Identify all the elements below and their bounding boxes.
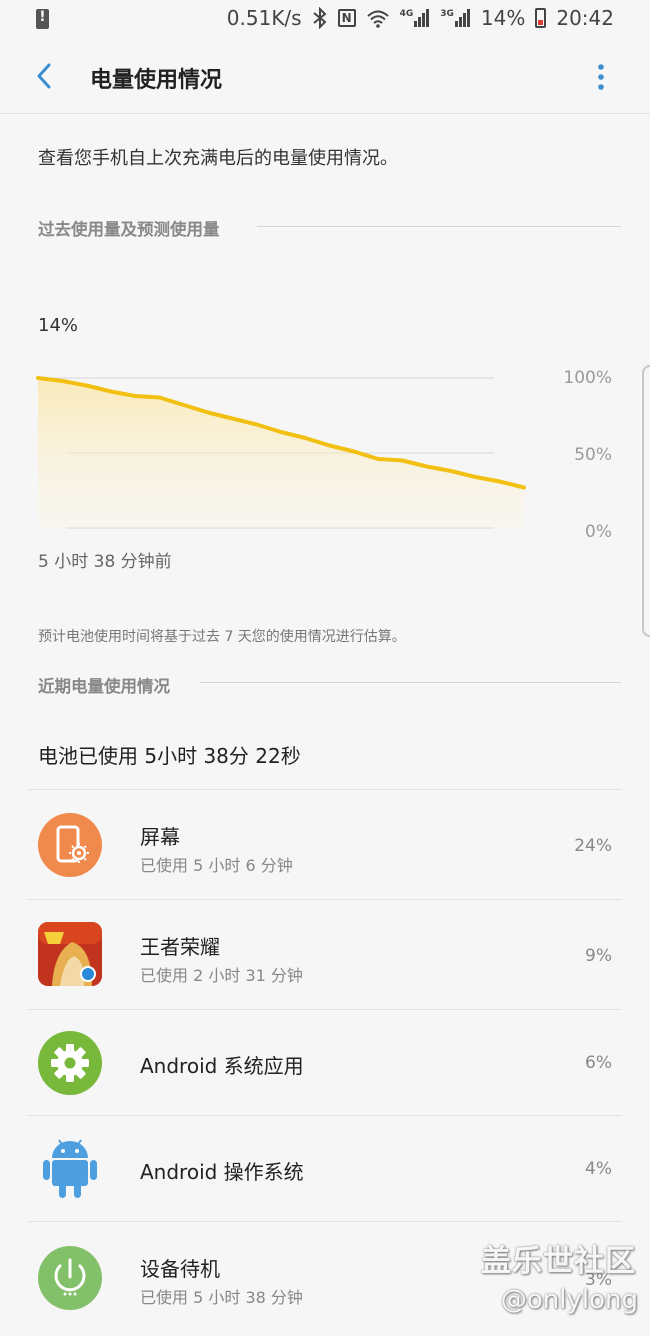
usage-item-percent: 9% bbox=[585, 946, 612, 966]
game-app-icon bbox=[38, 922, 102, 986]
usage-item-name: 设备待机 bbox=[140, 1257, 220, 1281]
network-speed: 0.51K/s bbox=[226, 6, 302, 30]
usage-item-name: Android 系统应用 bbox=[140, 1054, 304, 1078]
bluetooth-icon bbox=[312, 7, 328, 29]
usage-item-duration: 已使用 5 小时 38 分钟 bbox=[140, 1288, 303, 1307]
app-bar: 电量使用情况 bbox=[0, 38, 650, 114]
battery-icon bbox=[535, 8, 547, 28]
android-robot-icon bbox=[38, 1136, 102, 1200]
clock: 20:42 bbox=[556, 6, 614, 30]
total-usage-summary: 电池已使用 5小时 38分 22秒 bbox=[38, 744, 301, 768]
usage-item-screen[interactable]: 屏幕 已使用 5 小时 6 分钟 24% bbox=[28, 789, 622, 899]
battery-usage-chart bbox=[36, 376, 526, 529]
chevron-left-icon bbox=[37, 63, 51, 89]
signal-3g-icon: 3G bbox=[440, 9, 471, 27]
section-header-history: 过去使用量及预测使用量 bbox=[38, 220, 220, 239]
current-battery-level: 14% bbox=[38, 315, 79, 336]
intro-text: 查看您手机自上次充满电后的电量使用情况。 bbox=[38, 148, 398, 169]
usage-item-duration: 已使用 5 小时 6 分钟 bbox=[140, 856, 293, 875]
usage-item-name: Android 操作系统 bbox=[140, 1160, 304, 1184]
gear-icon bbox=[38, 1031, 102, 1095]
usage-item-name: 屏幕 bbox=[140, 825, 180, 849]
watermark-handle: @onlylong bbox=[500, 1285, 638, 1315]
chart-start-time: 5 小时 38 分钟前 bbox=[38, 552, 172, 572]
usage-item-percent: 24% bbox=[574, 836, 612, 856]
battery-percent: 14% bbox=[480, 6, 526, 30]
usage-item-name: 王者荣耀 bbox=[140, 935, 220, 959]
section-divider bbox=[257, 226, 621, 227]
section-header-recent: 近期电量使用情况 bbox=[38, 677, 170, 696]
more-vert-icon bbox=[598, 64, 604, 90]
back-button[interactable] bbox=[30, 58, 60, 94]
battery-alert-icon bbox=[36, 9, 49, 29]
page-title: 电量使用情况 bbox=[90, 68, 223, 93]
status-bar: 0.51K/s N 4G 3G 14% 20:42 bbox=[0, 0, 650, 38]
watermark-text: 盖乐世社区 bbox=[481, 1244, 636, 1279]
y-tick-label: 100% bbox=[563, 368, 612, 388]
more-options-button[interactable] bbox=[588, 60, 614, 94]
usage-item-percent: 4% bbox=[585, 1159, 612, 1179]
usage-item-percent: 6% bbox=[585, 1053, 612, 1073]
y-tick-label: 50% bbox=[574, 445, 612, 465]
usage-item-android-os[interactable]: Android 操作系统 4% bbox=[28, 1115, 622, 1221]
wifi-icon bbox=[366, 8, 390, 28]
usage-item-duration: 已使用 2 小时 31 分钟 bbox=[140, 966, 303, 985]
section-divider bbox=[200, 682, 621, 683]
y-tick-label: 0% bbox=[585, 522, 612, 542]
scroll-handle[interactable] bbox=[642, 365, 650, 637]
estimate-note: 预计电池使用时间将基于过去 7 天您的使用情况进行估算。 bbox=[38, 629, 406, 645]
usage-item-game[interactable]: 王者荣耀 已使用 2 小时 31 分钟 9% bbox=[28, 899, 622, 1009]
nfc-icon: N bbox=[337, 9, 356, 27]
screen-brightness-icon bbox=[38, 813, 102, 877]
signal-4g-icon: 4G bbox=[400, 9, 431, 27]
usage-item-android-system-apps[interactable]: Android 系统应用 6% bbox=[28, 1009, 622, 1115]
power-icon bbox=[38, 1246, 102, 1310]
